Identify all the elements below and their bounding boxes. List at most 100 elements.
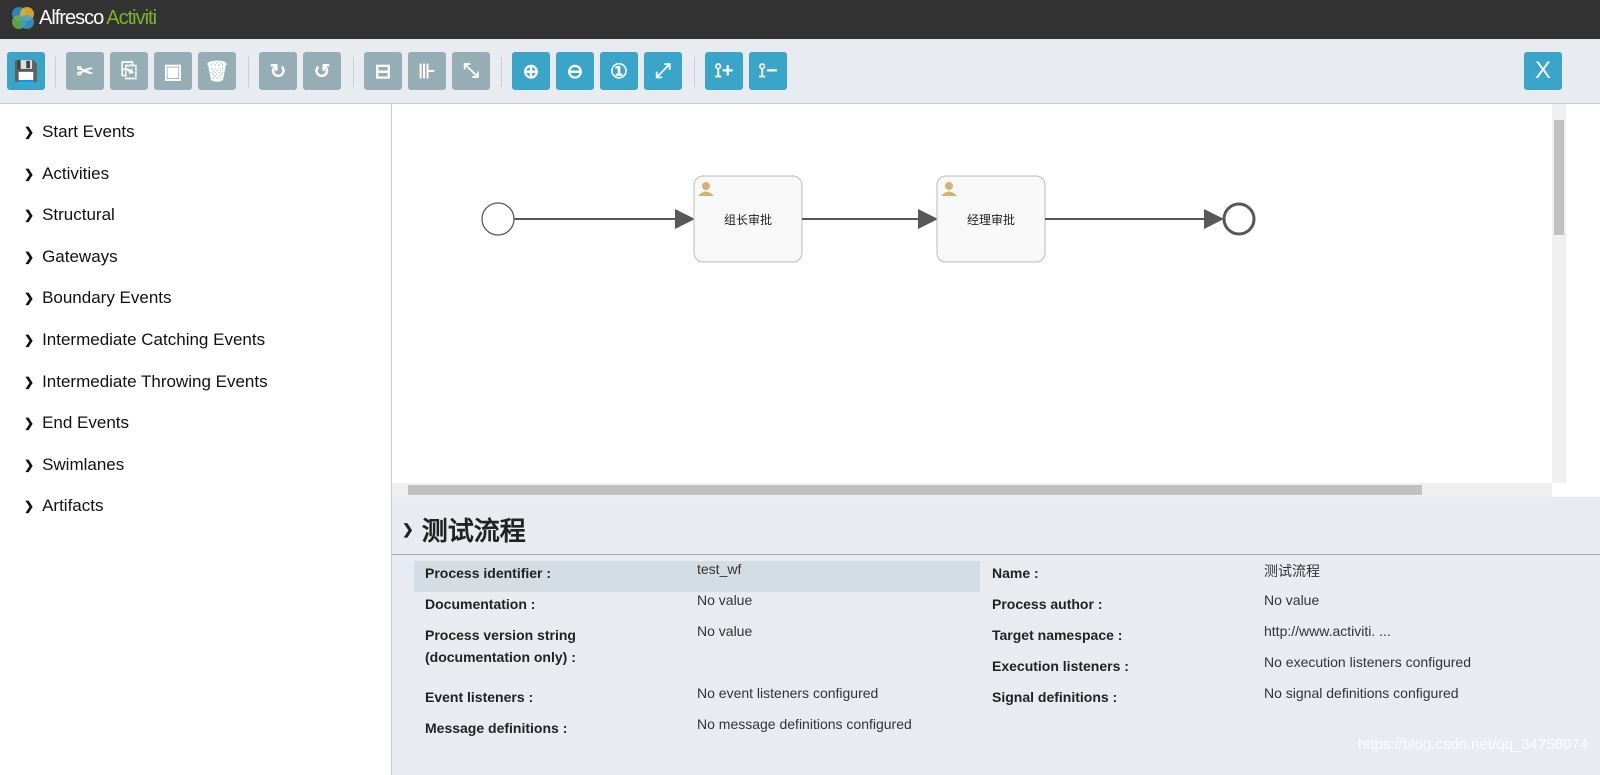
redo-button[interactable]: ↻ [259, 52, 297, 90]
properties-panel: ❯ 测试流程 Process identifier : test_wf Documen… [392, 497, 1600, 775]
zoom-actual-icon: ① [610, 60, 628, 83]
palette-group[interactable]: ❯ Activities [24, 164, 109, 184]
start-event[interactable] [481, 202, 515, 236]
delete-button[interactable]: 🗑 [198, 52, 236, 90]
end-event[interactable] [1222, 202, 1256, 236]
property-value[interactable]: No event listeners configured [697, 685, 878, 701]
property-value[interactable]: 测试流程 [1264, 561, 1320, 581]
same-size-button[interactable]: ⤡ [452, 52, 490, 90]
chevron-right-icon: ❯ [24, 457, 35, 472]
zoom-fit-button[interactable]: ⤢ [644, 52, 682, 90]
palette-group-label: Start Events [42, 122, 135, 141]
property-label: Execution listeners : [992, 658, 1129, 674]
palette-group-label: Artifacts [42, 496, 104, 516]
property-label: Signal definitions : [992, 689, 1118, 705]
properties-title[interactable]: ❯ 测试流程 [402, 511, 526, 548]
chevron-right-icon: ❯ [24, 374, 35, 389]
property-value[interactable]: http://www.activiti. ... [1264, 623, 1391, 639]
logo-primary: Alfresco [39, 6, 104, 29]
property-value[interactable]: No value [697, 623, 752, 639]
chevron-right-icon: ❯ [24, 333, 35, 347]
property-value[interactable]: No signal definitions configured [1264, 685, 1459, 701]
zoom-in-button[interactable]: ⊕ [512, 52, 550, 90]
align-horizontal-icon: ⊟ [374, 60, 392, 83]
same-size-icon: ⤡ [463, 59, 479, 82]
zoom-out-icon: ⊖ [566, 60, 584, 83]
chevron-right-icon: ❯ [24, 166, 35, 181]
palette-group[interactable]: ❯ Boundary Events [24, 288, 172, 308]
chevron-right-icon: ❯ [24, 249, 35, 264]
user-task[interactable]: 组长审批 [693, 175, 803, 263]
scroll-thumb[interactable] [408, 485, 1422, 495]
zoom-in-icon: ⊕ [522, 60, 540, 83]
chevron-down-icon: ❯ [402, 521, 414, 537]
logo-secondary: Activiti [106, 6, 157, 29]
property-label: Target namespace : [992, 627, 1123, 643]
close-button[interactable]: X [1524, 52, 1562, 90]
property-label: Process identifier : [425, 565, 552, 581]
align-vertical-button[interactable]: ⊪ [408, 52, 446, 90]
alfresco-flower-icon [12, 7, 34, 29]
app-header: Alfresco Activiti [0, 0, 1600, 39]
save-icon: 💾 [13, 60, 39, 83]
scroll-thumb[interactable] [1554, 120, 1564, 235]
add-bendpoint-button[interactable]: ⟟+ [705, 52, 743, 90]
toolbar-separator [55, 57, 56, 87]
horizontal-scrollbar[interactable] [392, 483, 1552, 497]
property-label: Event listeners : [425, 689, 534, 705]
remove-bendpoint-icon: ⟟− [758, 59, 778, 82]
remove-bendpoint-button[interactable]: ⟟− [749, 52, 787, 90]
toolbar-separator [694, 57, 695, 87]
palette-group[interactable]: ❯ Intermediate Catching Events [24, 330, 265, 350]
undo-icon: ↺ [313, 60, 331, 83]
palette-group-label: Activities [42, 163, 110, 183]
palette-group[interactable]: ❯ End Events [24, 413, 129, 433]
paste-button[interactable]: ▣ [154, 52, 192, 90]
chevron-right-icon: ❯ [24, 499, 35, 514]
paste-icon: ▣ [163, 60, 183, 83]
shape-palette: ❯ Start Events ❯ Activities ❯ Structural ❯ Gate… [0, 104, 392, 775]
scissors-icon: ✂ [76, 60, 94, 83]
palette-group[interactable]: ❯ Start Events [24, 122, 135, 142]
zoom-actual-button[interactable]: ① [600, 52, 638, 90]
palette-group[interactable]: ❯ Gateways [24, 247, 118, 267]
palette-group-label: Intermediate Throwing Events [42, 371, 268, 391]
vertical-scrollbar[interactable] [1552, 104, 1566, 483]
task-label: 组长审批 [724, 212, 772, 227]
property-label: Process version string (documentation on… [425, 627, 576, 665]
redo-icon: ↻ [269, 60, 287, 83]
palette-group-label: Boundary Events [42, 288, 172, 308]
save-button[interactable]: 💾 [7, 52, 45, 90]
logo: Alfresco Activiti [10, 5, 157, 31]
copy-button[interactable]: ⎘ [110, 52, 148, 90]
divider [392, 554, 1600, 555]
undo-button[interactable]: ↺ [303, 52, 341, 90]
copy-icon: ⎘ [121, 59, 137, 82]
palette-group[interactable]: ❯ Structural [24, 205, 115, 225]
canvas[interactable]: 组长审批 经理审批 [392, 104, 1552, 483]
palette-group-label: Intermediate Catching Events [42, 330, 266, 349]
user-task[interactable]: 经理审批 [936, 175, 1046, 263]
property-label: Documentation : [425, 596, 536, 612]
property-value[interactable]: No execution listeners configured [1264, 654, 1471, 670]
zoom-out-button[interactable]: ⊖ [556, 52, 594, 90]
process-diagram: 组长审批 经理审批 [481, 175, 1256, 263]
process-name-title: 测试流程 [421, 516, 526, 546]
palette-group[interactable]: ❯ Artifacts [24, 496, 103, 516]
palette-group-label: End Events [42, 413, 130, 433]
align-horizontal-button[interactable]: ⊟ [364, 52, 402, 90]
palette-group[interactable]: ❯ Intermediate Throwing Events [24, 372, 268, 392]
zoom-fit-icon: ⤢ [655, 59, 671, 82]
align-vertical-icon: ⊪ [418, 60, 436, 83]
palette-group[interactable]: ❯ Swimlanes [24, 455, 124, 475]
chevron-right-icon: ❯ [24, 416, 35, 431]
property-value[interactable]: test_wf [697, 561, 741, 577]
toolbar: 💾 ✂ ⎘ ▣ 🗑 ↻ ↺ ⊟ ⊪ ⤡ ⊕ ⊖ ① ⤢ ⟟+ ⟟− X [0, 39, 1600, 104]
toolbar-separator [248, 57, 249, 87]
property-value[interactable]: No value [697, 592, 752, 608]
toolbar-separator [501, 57, 502, 87]
property-value[interactable]: No value [1264, 592, 1319, 608]
trash-icon: 🗑 [204, 60, 230, 83]
property-value[interactable]: No message definitions configured [697, 716, 912, 732]
cut-button[interactable]: ✂ [66, 52, 104, 90]
